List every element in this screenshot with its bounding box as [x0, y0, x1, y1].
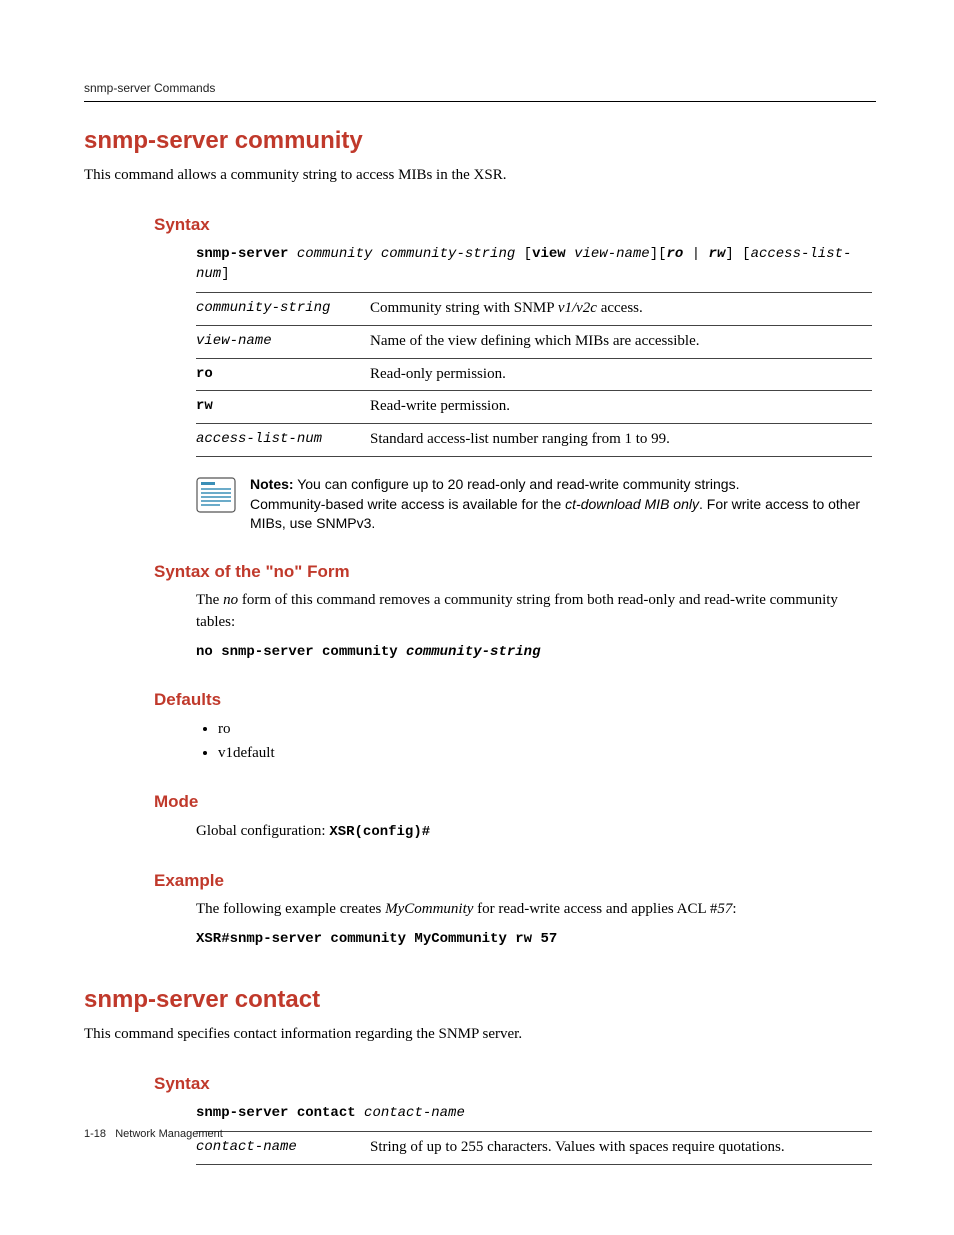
txt: The following example creates	[196, 901, 385, 917]
table-row: access-list-num Standard access-list num…	[196, 424, 872, 457]
tok-cmd: snmp-server contact	[196, 1105, 356, 1121]
txt-em: 57	[717, 901, 732, 917]
tok-rb2: ] [	[725, 246, 750, 262]
syntax-heading: Syntax	[154, 213, 876, 238]
txt-em: no	[223, 592, 238, 608]
contact-syntax-heading: Syntax	[154, 1072, 876, 1097]
param-term: view-name	[196, 325, 370, 358]
tok-rb3: ]	[221, 266, 229, 282]
syntax-line: snmp-server community community-string […	[196, 244, 872, 285]
desc-em: v1/v2c	[558, 300, 597, 316]
txt-em: MyCommunity	[385, 901, 473, 917]
note-label: Notes:	[250, 476, 294, 492]
noform-text: The no form of this command removes a co…	[196, 590, 872, 634]
note-line1: You can configure up to 20 read-only and…	[294, 476, 740, 492]
command-title-community: snmp-server community	[84, 124, 876, 159]
example-heading: Example	[154, 869, 876, 894]
contact-params-table: contact-name String of up to 255 charact…	[196, 1131, 872, 1165]
page-number: 1-18	[84, 1128, 106, 1140]
table-row: view-name Name of the view defining whic…	[196, 325, 872, 358]
footer-label: Network Management	[115, 1128, 223, 1140]
running-header: snmp-server Commands	[84, 80, 876, 102]
list-item: v1default	[218, 743, 872, 765]
example-code: XSR#snmp-server community MyCommunity rw…	[196, 929, 872, 949]
tok-cmd: snmp-server	[196, 246, 288, 262]
txt: form of this command removes a community…	[196, 592, 838, 630]
param-desc: Read-only permission.	[370, 358, 872, 391]
tok-rb1: ][	[650, 246, 667, 262]
mode-block: Global configuration: XSR(config)#	[196, 821, 872, 843]
mode-heading: Mode	[154, 790, 876, 815]
param-desc: String of up to 255 characters. Values w…	[370, 1131, 872, 1164]
code-plain: no snmp-server community	[196, 644, 406, 660]
tok-lb1: [	[524, 246, 532, 262]
syntax-block: snmp-server community community-string […	[196, 244, 872, 534]
note-line2a: Community-based write access is availabl…	[250, 496, 565, 512]
tok-ro: ro	[667, 246, 684, 262]
desc-text: access.	[597, 300, 643, 316]
note-block: Notes: You can configure up to 20 read-o…	[196, 475, 872, 534]
example-text: The following example creates MyCommunit…	[196, 899, 872, 921]
contact-syntax-line: snmp-server contact contact-name	[196, 1103, 872, 1123]
page: snmp-server Commands snmp-server communi…	[0, 0, 954, 1235]
defaults-heading: Defaults	[154, 688, 876, 713]
command-title-contact: snmp-server contact	[84, 983, 876, 1018]
param-term: community-string	[196, 293, 370, 326]
param-term: access-list-num	[196, 424, 370, 457]
param-term: ro	[196, 358, 370, 391]
table-row: ro Read-only permission.	[196, 358, 872, 391]
tok-viewname: view-name	[566, 246, 650, 262]
mode-code: XSR(config)#	[329, 824, 430, 840]
mode-text: Global configuration: XSR(config)#	[196, 821, 872, 843]
param-desc: Standard access-list number ranging from…	[370, 424, 872, 457]
desc-text: Community string with SNMP	[370, 300, 558, 316]
tok-arg: contact-name	[356, 1105, 465, 1121]
defaults-block: ro v1default	[196, 719, 872, 765]
tok-view: view	[532, 246, 566, 262]
txt: Global configuration:	[196, 823, 329, 839]
community-intro: This command allows a community string t…	[84, 165, 876, 187]
table-row: community-string Community string with S…	[196, 293, 872, 326]
tok-args: community community-string	[288, 246, 523, 262]
note-icon	[196, 477, 236, 513]
contact-syntax-block: snmp-server contact contact-name contact…	[196, 1103, 872, 1165]
txt: :	[732, 901, 736, 917]
tok-rw: rw	[709, 246, 726, 262]
table-row: rw Read-write permission.	[196, 391, 872, 424]
txt: for read-write access and applies ACL #	[473, 901, 717, 917]
syntax-params-table: community-string Community string with S…	[196, 292, 872, 457]
param-desc: Name of the view defining which MIBs are…	[370, 325, 872, 358]
page-footer: 1-18 Network Management	[84, 1127, 223, 1143]
tok-pipe: |	[683, 246, 708, 262]
note-text: Notes: You can configure up to 20 read-o…	[250, 475, 872, 534]
table-row: contact-name String of up to 255 charact…	[196, 1131, 872, 1164]
param-desc: Community string with SNMP v1/v2c access…	[370, 293, 872, 326]
code-arg: community-string	[406, 644, 540, 660]
txt: The	[196, 592, 223, 608]
param-term: rw	[196, 391, 370, 424]
example-block: The following example creates MyCommunit…	[196, 899, 872, 949]
noform-heading: Syntax of the "no" Form	[154, 560, 876, 585]
contact-intro: This command specifies contact informati…	[84, 1024, 876, 1046]
noform-code: no snmp-server community community-strin…	[196, 642, 872, 662]
noform-block: The no form of this command removes a co…	[196, 590, 872, 662]
defaults-list: ro v1default	[196, 719, 872, 765]
param-desc: Read-write permission.	[370, 391, 872, 424]
note-line2em: ct-download MIB only	[565, 496, 699, 512]
list-item: ro	[218, 719, 872, 741]
